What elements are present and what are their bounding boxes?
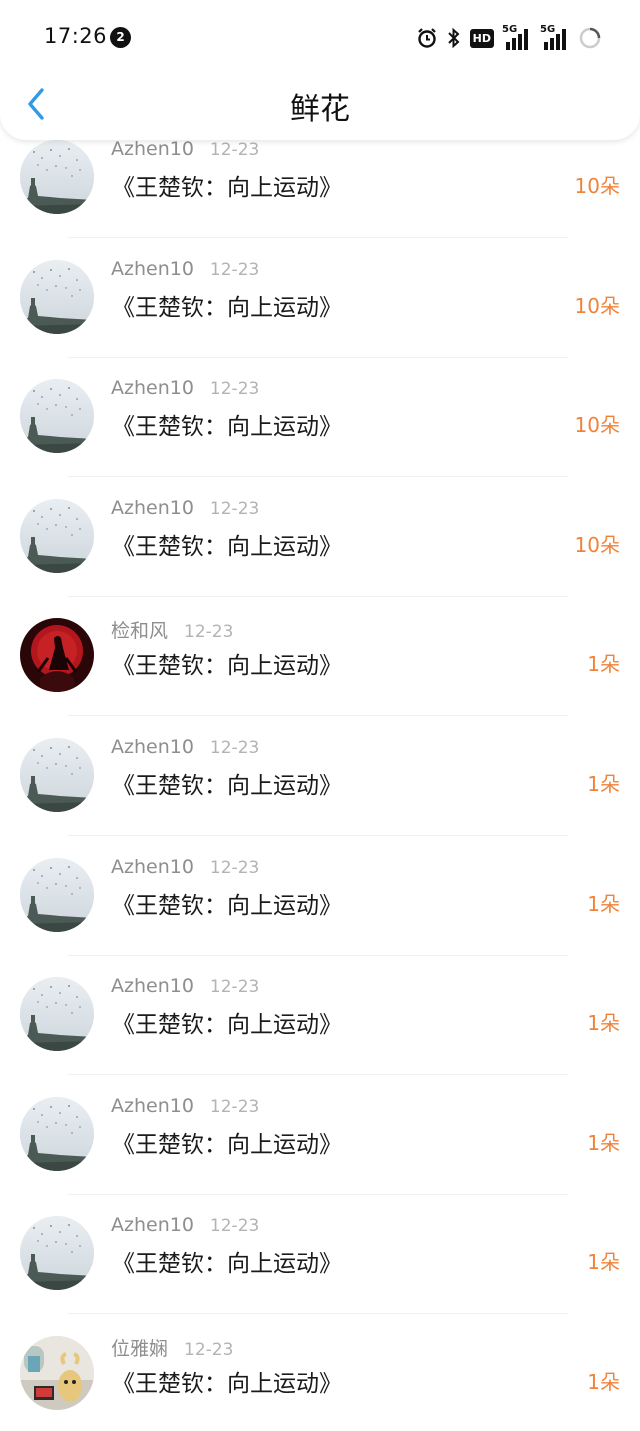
book-title: 《王楚钦：向上运动》 bbox=[112, 1251, 342, 1278]
avatar[interactable] bbox=[20, 140, 94, 214]
user-name[interactable]: Azhen10 12-23 bbox=[111, 856, 259, 878]
post-date: 12-23 bbox=[209, 977, 260, 998]
alarm-icon bbox=[416, 27, 438, 49]
list-item[interactable]: Azhen10 12-23 《王楚钦：向上运动》 10朵 bbox=[0, 492, 640, 612]
list-item[interactable]: Azhen10 12-23 《王楚钦：向上运动》 10朵 bbox=[0, 133, 640, 253]
signal-5g-icon: 5G bbox=[502, 24, 532, 50]
page-title: 鲜花 bbox=[290, 92, 350, 127]
user-name[interactable]: Azhen10 12-23 bbox=[111, 736, 259, 758]
loading-spinner-icon bbox=[578, 26, 602, 50]
list-item[interactable]: Azhen10 12-23 《王楚钦：向上运动》 1朵 bbox=[0, 1090, 640, 1210]
row-divider bbox=[68, 715, 568, 717]
notification-count-badge: 2 bbox=[110, 27, 131, 48]
flower-count: 10朵 bbox=[574, 174, 620, 198]
post-date: 12-23 bbox=[209, 738, 260, 758]
row-divider bbox=[68, 476, 568, 478]
avatar[interactable] bbox=[20, 738, 94, 812]
user-name[interactable]: 位雅娴 12-23 bbox=[111, 1334, 233, 1361]
avatar[interactable] bbox=[20, 857, 94, 932]
signal-5g-icon-2: 5G bbox=[540, 24, 570, 50]
avatar[interactable] bbox=[20, 1336, 94, 1410]
book-title: 《王楚钦：向上运动》 bbox=[112, 1371, 342, 1397]
flower-count: 1朵 bbox=[587, 652, 620, 677]
post-date: 12-23 bbox=[184, 1340, 234, 1360]
book-title: 《王楚钦：向上运动》 bbox=[112, 1012, 342, 1039]
post-date: 12-23 bbox=[209, 1096, 260, 1117]
post-date: 12-23 bbox=[209, 259, 260, 280]
hd-voice-badge: HD bbox=[469, 28, 494, 48]
book-title: 《王楚钦：向上运动》 bbox=[112, 1131, 342, 1158]
flower-count: 10朵 bbox=[574, 532, 620, 557]
post-date: 12-23 bbox=[209, 379, 260, 400]
flower-count: 1朵 bbox=[587, 891, 620, 916]
avatar[interactable] bbox=[20, 498, 94, 573]
post-date: 12-23 bbox=[184, 622, 234, 643]
flower-count: 1朵 bbox=[587, 772, 620, 796]
user-name[interactable]: Azhen10 12-23 bbox=[111, 1214, 259, 1236]
row-divider bbox=[68, 835, 568, 836]
user-name[interactable]: 检和风 12-23 bbox=[111, 616, 233, 643]
bluetooth-icon bbox=[446, 27, 462, 49]
avatar[interactable] bbox=[20, 977, 94, 1052]
list-item[interactable]: Azhen10 12-23 《王楚钦：向上运动》 10朵 bbox=[0, 253, 640, 373]
book-title: 《王楚钦：向上运动》 bbox=[112, 294, 342, 321]
list-item[interactable]: 检和风 12-23 《王楚钦：向上运动》 1朵 bbox=[0, 611, 640, 731]
book-title: 《王楚钦：向上运动》 bbox=[112, 773, 342, 799]
post-date: 12-23 bbox=[209, 1216, 260, 1237]
flower-count: 1朵 bbox=[587, 1370, 620, 1394]
list-item[interactable]: Azhen10 12-23 《王楚钦：向上运动》 1朵 bbox=[0, 970, 640, 1090]
book-title: 《王楚钦：向上运动》 bbox=[112, 414, 342, 441]
user-name[interactable]: Azhen10 12-23 bbox=[111, 258, 259, 280]
row-divider bbox=[68, 237, 568, 238]
user-name[interactable]: Azhen10 12-23 bbox=[111, 138, 259, 160]
post-date: 12-23 bbox=[209, 498, 260, 519]
row-divider bbox=[68, 595, 568, 597]
flower-count: 1朵 bbox=[587, 1250, 620, 1275]
book-title: 《王楚钦：向上运动》 bbox=[112, 175, 342, 201]
list-item[interactable]: Azhen10 12-23 《王楚钦：向上运动》 1朵 bbox=[0, 731, 640, 851]
post-date: 12-23 bbox=[209, 857, 260, 878]
flower-count: 1朵 bbox=[587, 1130, 620, 1155]
post-date: 12-23 bbox=[209, 140, 260, 160]
avatar[interactable] bbox=[20, 259, 94, 334]
row-divider bbox=[68, 954, 568, 956]
row-divider bbox=[68, 356, 568, 358]
user-name[interactable]: Azhen10 12-23 bbox=[111, 377, 259, 399]
flower-count: 10朵 bbox=[574, 413, 620, 438]
avatar[interactable] bbox=[20, 379, 94, 454]
avatar[interactable] bbox=[20, 618, 94, 693]
avatar[interactable] bbox=[20, 1216, 94, 1291]
status-bar: 17:26 2 HD 5G 5G bbox=[0, 0, 640, 76]
row-divider bbox=[68, 1313, 568, 1315]
status-icons: HD 5G 5G bbox=[416, 24, 602, 52]
book-title: 《王楚钦：向上运动》 bbox=[112, 892, 342, 919]
flower-count: 1朵 bbox=[587, 1011, 620, 1036]
title-bar: 鲜花 bbox=[0, 76, 640, 136]
book-title: 《王楚钦：向上运动》 bbox=[112, 653, 342, 680]
book-title: 《王楚钦：向上运动》 bbox=[112, 533, 342, 560]
row-divider bbox=[68, 1193, 568, 1195]
list-item[interactable]: 位雅娴 12-23 《王楚钦：向上运动》 1朵 bbox=[0, 1329, 640, 1431]
user-name[interactable]: Azhen10 12-23 bbox=[111, 1095, 259, 1117]
user-name[interactable]: Azhen10 12-23 bbox=[111, 975, 259, 997]
app-header: 17:26 2 HD 5G 5G 鲜花 bbox=[0, 0, 640, 140]
avatar[interactable] bbox=[20, 1096, 94, 1171]
flower-count: 10朵 bbox=[574, 293, 620, 318]
user-name[interactable]: Azhen10 12-23 bbox=[111, 497, 259, 519]
status-time: 17:26 bbox=[44, 24, 108, 48]
row-divider bbox=[68, 1074, 568, 1076]
list-item[interactable]: Azhen10 12-23 《王楚钦：向上运动》 10朵 bbox=[0, 372, 640, 492]
list-item[interactable]: Azhen10 12-23 《王楚钦：向上运动》 1朵 bbox=[0, 851, 640, 971]
list-item[interactable]: Azhen10 12-23 《王楚钦：向上运动》 1朵 bbox=[0, 1209, 640, 1329]
